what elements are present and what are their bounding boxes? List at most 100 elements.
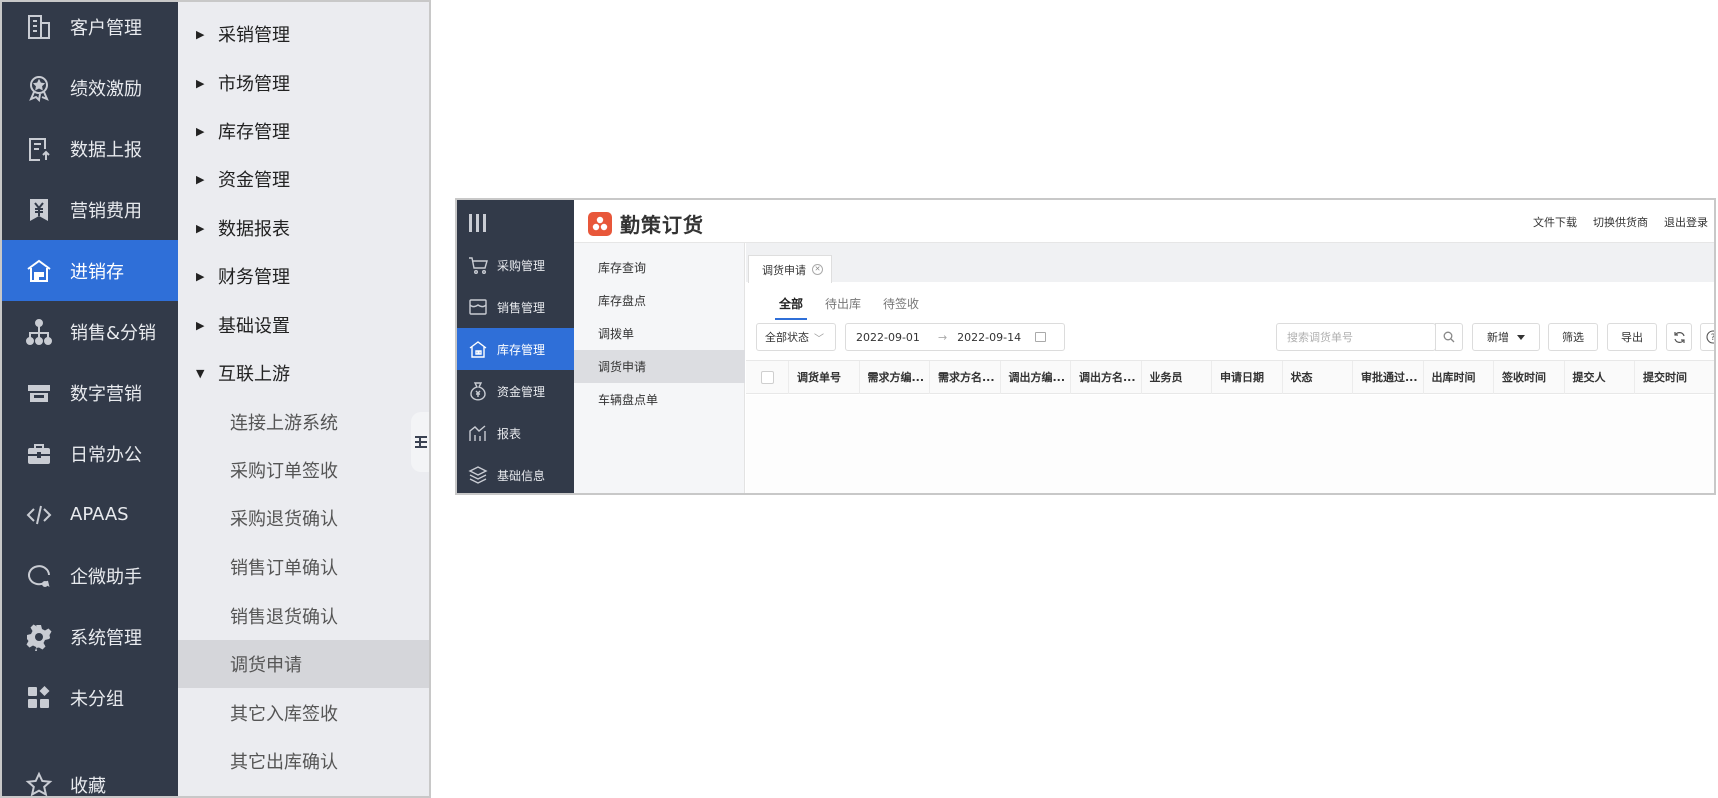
submenu-stock-count[interactable]: 库存盘点 — [574, 284, 745, 317]
sidebar-item-label: 绩效激励 — [70, 78, 142, 100]
chat-user-icon — [22, 559, 56, 593]
tab-label: 调货申请 — [762, 263, 806, 277]
app-nav-basic-info[interactable]: 基础信息 — [457, 454, 574, 493]
status-select[interactable]: 全部状态 ﹀ — [756, 323, 836, 351]
refresh-button[interactable] — [1666, 323, 1692, 351]
column-header[interactable]: 出库时间 — [1422, 360, 1494, 394]
menu-item-transfer-request[interactable]: 调货申请 — [178, 640, 429, 688]
close-icon[interactable]: ✕ — [812, 264, 823, 275]
help-icon: ? — [1706, 330, 1714, 344]
menu-group-purchase-sales[interactable]: ▶ 采销管理 — [178, 10, 429, 58]
column-header[interactable]: 签收时间 — [1493, 360, 1564, 394]
menu-item-sales-order-confirm[interactable]: 销售订单确认 — [178, 543, 429, 591]
search-button[interactable] — [1435, 323, 1463, 351]
sidebar-item-apaas[interactable]: APAAS — [2, 484, 178, 545]
column-header[interactable]: 状态 — [1281, 360, 1353, 394]
column-header[interactable]: 提交人 — [1563, 360, 1635, 394]
export-button[interactable]: 导出 — [1607, 323, 1657, 351]
chart-icon — [467, 422, 489, 444]
column-header[interactable]: 申请日期 — [1211, 360, 1282, 394]
column-header[interactable]: 调货单号 — [788, 360, 859, 394]
transfer-request-table: 调货单号 需求方编... 需求方名... 调出方编... 调出方名... 业务员… — [746, 360, 1714, 493]
column-header[interactable]: 业务员 — [1140, 360, 1212, 394]
gear-icon — [22, 620, 56, 654]
add-button[interactable]: 新增 — [1472, 323, 1540, 351]
column-header[interactable]: 提交时间 — [1634, 360, 1705, 394]
brand-name: 勤策订货 — [620, 213, 704, 237]
sidebar-item-incentive[interactable]: 绩效激励 — [2, 57, 178, 118]
sidebar-item-sales-distribution[interactable]: 销售&分销 — [2, 301, 178, 362]
filter-button[interactable]: 筛选 — [1548, 323, 1598, 351]
switch-supplier-link[interactable]: 切换供货商 — [1593, 214, 1648, 230]
submenu-transfer-request[interactable]: 调货申请 — [574, 350, 745, 383]
status-tab-all[interactable]: 全部 — [774, 295, 808, 320]
sidebar-item-ungrouped[interactable]: 未分组 — [2, 667, 178, 728]
menu-item-other-outbound-confirm[interactable]: 其它出库确认 — [178, 737, 429, 785]
column-header[interactable]: 需求方名... — [929, 360, 1000, 394]
menu-group-basic-settings[interactable]: ▶ 基础设置 — [178, 301, 429, 349]
warehouse-icon — [467, 338, 489, 360]
sidebar-item-inventory[interactable]: 进销存 — [2, 240, 178, 301]
status-tab-pending-outbound[interactable]: 待出库 — [825, 295, 861, 320]
column-header[interactable]: 调出方编... — [999, 360, 1071, 394]
sidebar-item-digital-marketing[interactable]: 数字营销 — [2, 362, 178, 423]
search-input[interactable]: 搜索调货单号 — [1276, 323, 1436, 351]
status-tab-pending-signoff[interactable]: 待签收 — [883, 295, 919, 320]
app-nav-purchase[interactable]: 采购管理 — [457, 244, 574, 286]
sidebar-item-system[interactable]: 系统管理 — [2, 606, 178, 667]
storefront-icon — [467, 296, 489, 318]
menu-toggle-icon[interactable] — [469, 212, 493, 234]
date-range-picker[interactable]: 2022-09-01 → 2022-09-14 — [845, 323, 1065, 351]
menu-group-reports[interactable]: ▶ 数据报表 — [178, 204, 429, 252]
menu-group-upstream[interactable]: ▼ 互联上游 — [178, 349, 429, 397]
file-download-link[interactable]: 文件下载 — [1533, 214, 1577, 230]
app-nav-sales[interactable]: 销售管理 — [457, 286, 574, 328]
menu-item-connect-upstream[interactable]: 连接上游系统 — [178, 398, 429, 446]
sidebar-item-marketing-cost[interactable]: 营销费用 — [2, 179, 178, 240]
caret-right-icon: ▶ — [196, 76, 205, 90]
app-nav-inventory[interactable]: 库存管理 — [457, 328, 574, 370]
menu-item-purchase-return-confirm[interactable]: 采购退货确认 — [178, 494, 429, 542]
help-button[interactable]: ? — [1700, 323, 1714, 351]
app-nav-reports[interactable]: 报表 — [457, 412, 574, 454]
menu-item-po-signoff[interactable]: 采购订单签收 — [178, 446, 429, 494]
menu-group-label: 市场管理 — [218, 74, 290, 95]
submenu-transfer-order[interactable]: 调拨单 — [574, 317, 745, 350]
status-tabs: 全部 待出库 待签收 — [774, 295, 919, 320]
table-body-empty — [746, 395, 1714, 493]
column-header[interactable]: 需求方编... — [858, 360, 930, 394]
menu-item-sales-return-confirm[interactable]: 销售退货确认 — [178, 592, 429, 640]
menu-group-label: 财务管理 — [218, 267, 290, 288]
brand-logo[interactable]: 勤策订货 — [588, 209, 704, 238]
sidebar-item-label: 营销费用 — [70, 200, 142, 222]
caret-right-icon: ▶ — [196, 318, 205, 332]
column-header[interactable]: 调出方名... — [1070, 360, 1141, 394]
sidebar-item-data-report[interactable]: 数据上报 — [2, 118, 178, 179]
toolbar: 全部状态 ﹀ 2022-09-01 → 2022-09-14 搜索调货单号 新增… — [756, 323, 1714, 351]
sidebar-item-label: 系统管理 — [70, 627, 142, 649]
logout-link[interactable]: 退出登录 — [1664, 214, 1708, 230]
sidebar-item-label: 销售&分销 — [70, 322, 157, 344]
menu-group-label: 互联上游 — [218, 364, 290, 385]
menu-item-other-inbound-signoff[interactable]: 其它入库签收 — [178, 689, 429, 737]
sidebar-item-customer[interactable]: 客户管理 — [2, 2, 178, 57]
menu-group-inventory[interactable]: ▶ 库存管理 — [178, 107, 429, 155]
column-header[interactable]: 审批通过... — [1352, 360, 1423, 394]
tab-transfer-request[interactable]: 调货申请 ✕ — [748, 255, 832, 283]
menu-group-market[interactable]: ▶ 市场管理 — [178, 59, 429, 107]
sidebar-item-daily-office[interactable]: 日常办公 — [2, 423, 178, 484]
app-nav-funds[interactable]: 资金管理 — [457, 370, 574, 412]
app-nav-label: 采购管理 — [497, 258, 546, 273]
select-all-checkbox[interactable] — [746, 370, 788, 384]
submenu-stock-query[interactable]: 库存查询 — [574, 251, 745, 284]
sidebar-item-favorites[interactable]: 收藏 — [2, 754, 178, 796]
store-icon — [22, 376, 56, 410]
menu-group-funds[interactable]: ▶ 资金管理 — [178, 155, 429, 203]
submenu-vehicle-count[interactable]: 车辆盘点单 — [574, 383, 745, 416]
menu-group-finance[interactable]: ▶ 财务管理 — [178, 252, 429, 300]
caret-right-icon: ▶ — [196, 269, 205, 283]
sidebar-item-label: APAAS — [70, 504, 129, 525]
menu-group-label: 库存管理 — [218, 122, 290, 143]
sidebar-item-wecom-assistant[interactable]: 企微助手 — [2, 545, 178, 606]
collapse-menu-handle[interactable] — [411, 412, 429, 472]
